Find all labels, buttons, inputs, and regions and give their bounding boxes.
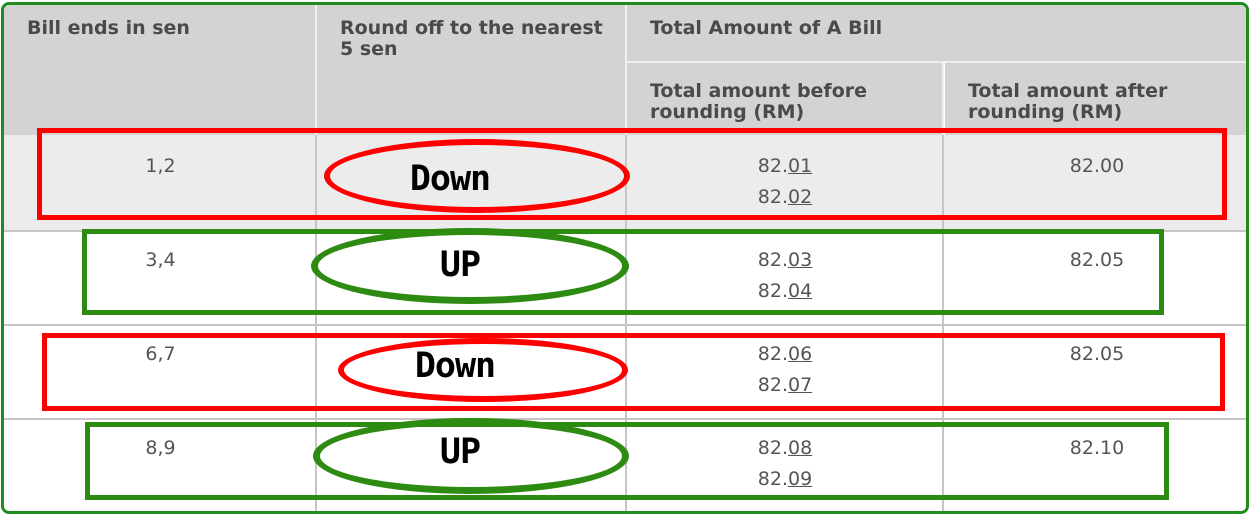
header-total-amount-label: Total Amount of A Bill — [650, 17, 883, 39]
direction-label: Down — [409, 159, 491, 199]
header-after-rounding-label: Total amount after rounding (RM) — [968, 80, 1168, 123]
header-round-off-label: Round off to the nearest 5 sen — [340, 17, 603, 60]
red-highlight-box — [37, 128, 1227, 220]
header-bill-ends: Bill ends in sen — [4, 5, 317, 135]
direction-label: UP — [439, 245, 481, 285]
header-before-rounding-label: Total amount before rounding (RM) — [650, 80, 868, 123]
direction-label: UP — [439, 432, 481, 472]
header-before-rounding: Total amount before rounding (RM) — [627, 63, 943, 135]
red-highlight-box — [42, 333, 1225, 411]
header-round-off: Round off to the nearest 5 sen — [317, 5, 627, 135]
header-after-rounding: Total amount after rounding (RM) — [945, 63, 1246, 135]
header-total-amount-group: Total Amount of A Bill — [627, 5, 1246, 61]
header-bill-ends-label: Bill ends in sen — [27, 17, 190, 39]
direction-label: Down — [414, 346, 496, 386]
